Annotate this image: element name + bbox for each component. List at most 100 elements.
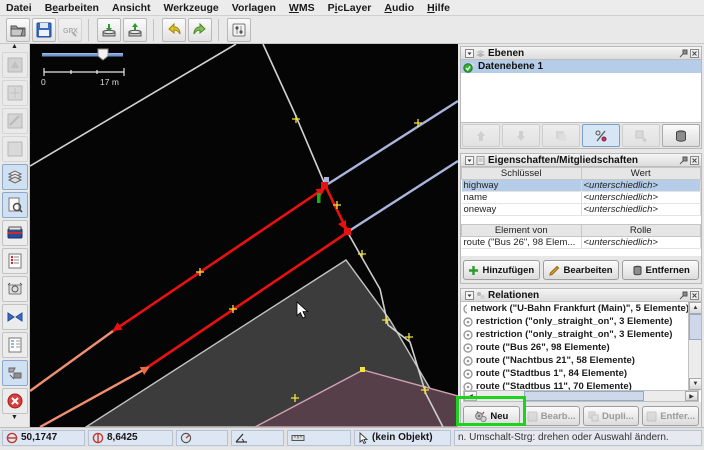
tool-lasso-button[interactable]	[2, 80, 28, 106]
tag-row[interactable]: oneway <unterschiedlich>	[462, 204, 701, 216]
menu-audio[interactable]: Audio	[384, 2, 414, 14]
latitude-icon	[6, 432, 18, 444]
upload-data-button[interactable]	[123, 18, 147, 42]
relations-horizontal-scrollbar[interactable]: ◀ ▶	[463, 390, 699, 402]
selected-node[interactable]	[321, 182, 328, 189]
layer-move-down-button[interactable]	[502, 124, 540, 147]
menu-datei[interactable]: Datei	[6, 2, 32, 14]
menu-werkzeuge[interactable]: Werkzeuge	[164, 2, 219, 14]
menu-wms[interactable]: WMS	[289, 2, 315, 14]
close-panel-icon[interactable]	[690, 156, 699, 165]
relation-list-item[interactable]: restriction ("only_straight_on", 3 Eleme…	[461, 315, 689, 328]
open-file-button[interactable]	[6, 18, 30, 42]
duplicate-relation-button[interactable]: Dupli...	[583, 406, 640, 426]
toggle-filter-panel-button[interactable]	[2, 360, 28, 386]
layer-delete-button[interactable]	[662, 124, 700, 147]
relations-list: network ("U-Bahn Frankfurt (Main)", 5 El…	[461, 302, 701, 390]
delete-relation-button[interactable]: Entfer...	[642, 406, 699, 426]
add-tag-button[interactable]: Hinzufügen	[463, 260, 540, 280]
toggle-selection-list-button[interactable]	[2, 220, 28, 246]
scrollbar-thumb[interactable]	[689, 314, 701, 340]
layers-panel-header: Ebenen	[461, 47, 701, 60]
relations-panel-header: Relationen	[461, 289, 701, 302]
collapse-icon[interactable]	[465, 49, 474, 58]
sidebar-scroll-up-icon[interactable]: ▲	[11, 44, 18, 50]
delete-tag-button[interactable]: Entfernen	[622, 260, 699, 280]
toggle-conflicts-panel-button[interactable]	[2, 248, 28, 274]
relation-list-item[interactable]: route ("Stadtbus 1", 84 Elemente)	[461, 367, 689, 380]
layer-move-up-button[interactable]	[462, 124, 500, 147]
scroll-down-button[interactable]: ▼	[689, 378, 701, 390]
scrollbar-thumb[interactable]	[524, 391, 644, 401]
tool-select-button[interactable]	[2, 52, 28, 78]
relation-icon	[463, 317, 473, 327]
tool-zoom-button[interactable]	[2, 136, 28, 162]
save-button[interactable]	[32, 18, 56, 42]
layer-opacity-button[interactable]	[582, 124, 620, 147]
preferences-button[interactable]	[227, 18, 251, 42]
object-value: (kein Objekt)	[372, 432, 433, 443]
stick-pin-icon[interactable]	[679, 291, 688, 300]
menu-piclayer[interactable]: PicLayer	[328, 2, 372, 14]
parent-column-header[interactable]: Element von	[462, 225, 582, 237]
undo-button[interactable]	[162, 18, 186, 42]
stick-pin-icon[interactable]	[679, 49, 688, 58]
collapse-icon[interactable]	[465, 156, 474, 165]
new-relation-button[interactable]: Neu	[463, 406, 520, 426]
key-column-header[interactable]: Schlüssel	[462, 168, 582, 180]
edit-tag-button[interactable]: Bearbeiten	[543, 260, 620, 280]
layer-row[interactable]: Datenebene 1	[461, 60, 701, 73]
properties-panel-title: Eigenschaften/Mitgliedschaften	[488, 155, 677, 166]
menu-bearbeiten[interactable]: Bearbeiten	[45, 2, 99, 14]
discard-changes-button[interactable]	[2, 388, 28, 414]
selected-node[interactable]	[344, 228, 351, 235]
stick-pin-icon[interactable]	[679, 156, 688, 165]
export-gpx-button[interactable]: GPX	[58, 18, 82, 42]
layer-active-check-icon	[463, 61, 475, 73]
tag-row[interactable]: highway <unterschiedlich>	[462, 180, 701, 192]
menu-hilfe[interactable]: Hilfe	[427, 2, 450, 14]
relation-list-item[interactable]: restriction ("only_straight_on", 3 Eleme…	[461, 328, 689, 341]
role-column-header[interactable]: Rolle	[581, 225, 701, 237]
toggle-todo-list-button[interactable]	[2, 332, 28, 358]
layer-duplicate-button[interactable]	[622, 124, 660, 147]
toggle-validator-panel-button[interactable]	[2, 304, 28, 330]
scroll-left-button[interactable]: ◀	[464, 391, 477, 401]
menu-vorlagen[interactable]: Vorlagen	[232, 2, 276, 14]
map-canvas[interactable]: 0 17 m	[30, 44, 458, 427]
menu-ansicht[interactable]: Ansicht	[112, 2, 151, 14]
scroll-right-button[interactable]: ▶	[685, 391, 698, 401]
main-toolbar: GPX	[0, 16, 704, 44]
sidebar-scroll-down-icon[interactable]: ▼	[11, 415, 18, 421]
longitude-value: 8,6425	[107, 432, 138, 443]
value-column-header[interactable]: Wert	[581, 168, 701, 180]
pencil-icon	[549, 265, 560, 276]
open-folder-icon	[9, 21, 27, 39]
layer-merge-button[interactable]	[542, 124, 580, 147]
relation-list-item[interactable]: route ("Stadtbus 11", 70 Elemente)	[461, 380, 689, 390]
relation-list-item[interactable]: route ("Bus 26", 98 Elemente)	[461, 341, 689, 354]
close-panel-icon[interactable]	[690, 291, 699, 300]
toggle-mapillary-panel-button[interactable]	[2, 276, 28, 302]
collapse-icon[interactable]	[465, 291, 474, 300]
tag-row[interactable]: name <unterschiedlich>	[462, 192, 701, 204]
status-bar: 50,1747 8,6425 (kein Objekt) n. Umschalt…	[0, 427, 704, 447]
node-yellow[interactable]	[360, 367, 365, 372]
properties-panel-header: Eigenschaften/Mitgliedschaften	[461, 154, 701, 167]
save-floppy-icon	[35, 21, 53, 39]
download-data-button[interactable]	[97, 18, 121, 42]
relations-vertical-scrollbar[interactable]: ▲ ▼	[688, 302, 701, 390]
toggle-properties-panel-button[interactable]	[2, 192, 28, 218]
edit-relation-button[interactable]: Bearb...	[523, 406, 580, 426]
relation-list-item[interactable]: route ("Nachtbus 21", 58 Elemente)	[461, 354, 689, 367]
relation-icon	[463, 369, 473, 379]
redo-button[interactable]	[188, 18, 212, 42]
scroll-up-button[interactable]: ▲	[689, 302, 701, 314]
close-panel-icon[interactable]	[690, 49, 699, 58]
layers-button-row	[461, 122, 701, 148]
node-lavender[interactable]	[324, 177, 329, 182]
toggle-layers-panel-button[interactable]	[2, 164, 28, 190]
tool-draw-button[interactable]	[2, 108, 28, 134]
membership-row[interactable]: route ("Bus 26", 98 Elem... <unterschied…	[462, 237, 701, 249]
relation-list-item[interactable]: network ("U-Bahn Frankfurt (Main)", 5 El…	[461, 302, 689, 315]
